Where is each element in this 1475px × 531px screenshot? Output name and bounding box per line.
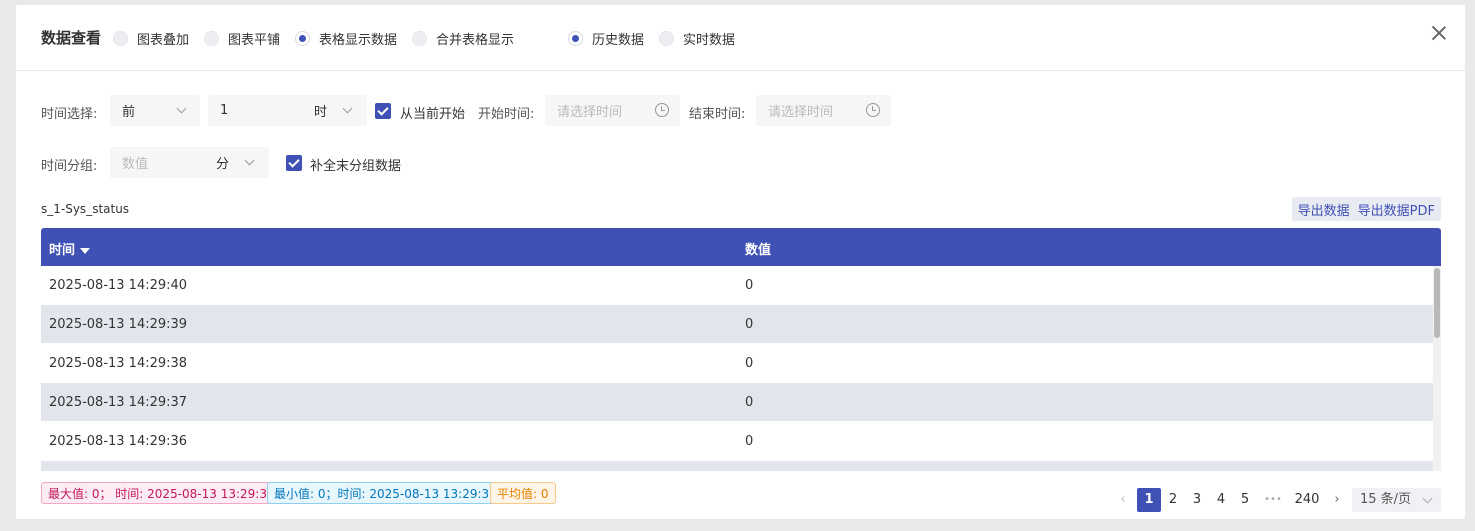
start-time-picker[interactable]: 请选择时间 — [545, 95, 680, 126]
chevron-down-icon — [1422, 493, 1433, 504]
radio-table-view[interactable]: 表格显示数据 — [295, 29, 397, 48]
start-time-label: 开始时间: — [478, 107, 535, 122]
select-value: 前 — [122, 105, 136, 120]
radio-label: 合并表格显示 — [436, 33, 515, 48]
radio-dot — [659, 31, 675, 46]
radio-dot — [113, 31, 128, 46]
table-title: s_1-Sys_status — [41, 202, 130, 216]
radio-dot — [568, 31, 583, 46]
min-value-tag: 最小值: 0；时间: 2025-08-13 13:29:37 — [267, 482, 504, 504]
avg-value-tag: 平均值: 0 — [490, 482, 556, 504]
radio-label: 图表叠加 — [137, 33, 190, 48]
data-table: 时间 数值 2025-08-13 14:29:40 0 2025-08-13 1… — [41, 228, 1441, 471]
cell-time: 2025-08-13 14:29:40 — [49, 278, 188, 293]
chevron-down-icon — [342, 103, 353, 114]
radio-dot — [295, 31, 311, 46]
column-header-label: 数值 — [745, 243, 772, 258]
time-select-label: 时间选择: — [41, 107, 98, 122]
page-size-select[interactable]: 15 条/页 — [1352, 488, 1441, 512]
radio-merged-table[interactable]: 合并表格显示 — [412, 29, 514, 48]
table-header: 时间 数值 — [41, 228, 1441, 266]
page-button-4[interactable]: 4 — [1213, 488, 1229, 512]
clock-icon — [655, 103, 669, 117]
table-row: 2025-08-13 14:29:38 0 — [41, 344, 1433, 383]
table-row: 2025-08-13 14:29:37 0 — [41, 383, 1433, 422]
cell-value: 0 — [745, 356, 754, 371]
radio-chart-tile[interactable]: 图表平铺 — [204, 29, 280, 48]
radio-label: 实时数据 — [683, 33, 736, 48]
fill-last-group-label: 补全末分组数据 — [310, 159, 402, 174]
input-value: 1 — [220, 103, 229, 118]
export-data-button[interactable]: 导出数据 — [1298, 200, 1350, 219]
export-button-group: 导出数据 导出数据PDF — [1291, 197, 1441, 221]
from-now-label: 从当前开始 — [400, 107, 466, 122]
cell-time: 2025-08-13 14:29:36 — [49, 434, 188, 449]
prev-page-button[interactable]: ‹ — [1116, 488, 1130, 512]
fill-last-group-checkbox[interactable] — [286, 155, 302, 171]
select-value: 分 — [216, 157, 230, 172]
cell-time: 2025-08-13 14:29:39 — [49, 317, 188, 332]
page-button-3[interactable]: 3 — [1189, 488, 1205, 512]
export-pdf-button[interactable]: 导出数据PDF — [1358, 200, 1435, 219]
page-button-5[interactable]: 5 — [1237, 488, 1253, 512]
clock-icon — [866, 103, 880, 117]
table-body: 2025-08-13 14:29:40 0 2025-08-13 14:29:3… — [41, 266, 1433, 471]
table-row: 2025-08-13 14:29:39 0 — [41, 305, 1433, 344]
sort-desc-icon — [80, 247, 91, 254]
column-header-value: 数值 — [745, 239, 771, 258]
dialog-header: 数据查看 图表叠加 图表平铺 表格显示数据 合并表格显示 历史数据 实时数据 — [16, 5, 1465, 71]
max-value-tag: 最大值: 0； 时间: 2025-08-13 13:29:37 — [41, 482, 282, 504]
more-pages-button[interactable]: ••• — [1261, 488, 1285, 512]
range-direction-select[interactable]: 前 — [110, 95, 200, 126]
column-header-label: 时间 — [49, 243, 76, 258]
table-row: 2025-08-13 14:29:40 0 — [41, 266, 1433, 305]
table-scrollbar[interactable] — [1433, 266, 1441, 471]
table-row: 2025-08-13 14:29:36 0 — [41, 422, 1433, 461]
cell-time: 2025-08-13 14:29:37 — [49, 395, 188, 410]
page-button-1[interactable]: 1 — [1137, 488, 1161, 512]
end-time-label: 结束时间: — [689, 107, 746, 122]
placeholder-text: 数值 — [122, 157, 149, 172]
table-row — [41, 461, 1433, 471]
radio-label: 历史数据 — [592, 33, 645, 48]
radio-history-data[interactable]: 历史数据 — [568, 29, 644, 48]
column-header-time[interactable]: 时间 — [49, 239, 91, 258]
radio-chart-overlay[interactable]: 图表叠加 — [113, 29, 189, 48]
end-time-picker[interactable]: 请选择时间 — [756, 95, 891, 126]
page-button-last[interactable]: 240 — [1291, 488, 1323, 512]
cell-value: 0 — [745, 395, 754, 410]
view-mode-radio-group: 图表叠加 图表平铺 表格显示数据 合并表格显示 — [113, 29, 514, 48]
scrollbar-thumb[interactable] — [1434, 268, 1440, 338]
radio-realtime-data[interactable]: 实时数据 — [659, 29, 735, 48]
radio-label: 图表平铺 — [228, 33, 281, 48]
radio-dot — [204, 31, 220, 46]
dialog-title: 数据查看 — [41, 29, 102, 47]
radio-label: 表格显示数据 — [319, 33, 398, 48]
radio-dot — [412, 31, 428, 46]
placeholder-text: 请选择时间 — [768, 105, 834, 120]
data-mode-radio-group: 历史数据 实时数据 — [568, 29, 735, 48]
data-view-dialog: 数据查看 图表叠加 图表平铺 表格显示数据 合并表格显示 历史数据 实时数据 时… — [16, 5, 1465, 519]
group-unit-select[interactable]: 分 — [194, 147, 269, 178]
range-amount-input[interactable]: 1 时 — [208, 95, 367, 126]
group-value-input[interactable]: 数值 分 — [110, 147, 269, 178]
cell-value: 0 — [745, 434, 754, 449]
cell-value: 0 — [745, 278, 754, 293]
range-unit-select[interactable]: 时 — [292, 95, 367, 126]
chevron-down-icon — [176, 103, 187, 114]
chevron-down-icon — [244, 155, 255, 166]
close-icon[interactable] — [1431, 25, 1447, 41]
time-group-label: 时间分组: — [41, 159, 98, 174]
page-button-2[interactable]: 2 — [1165, 488, 1181, 512]
placeholder-text: 请选择时间 — [557, 105, 623, 120]
select-value: 时 — [314, 105, 328, 120]
select-value: 15 条/页 — [1360, 492, 1412, 507]
cell-value: 0 — [745, 317, 754, 332]
cell-time: 2025-08-13 14:29:38 — [49, 356, 188, 371]
next-page-button[interactable]: › — [1330, 488, 1344, 512]
from-now-checkbox[interactable] — [375, 103, 391, 119]
